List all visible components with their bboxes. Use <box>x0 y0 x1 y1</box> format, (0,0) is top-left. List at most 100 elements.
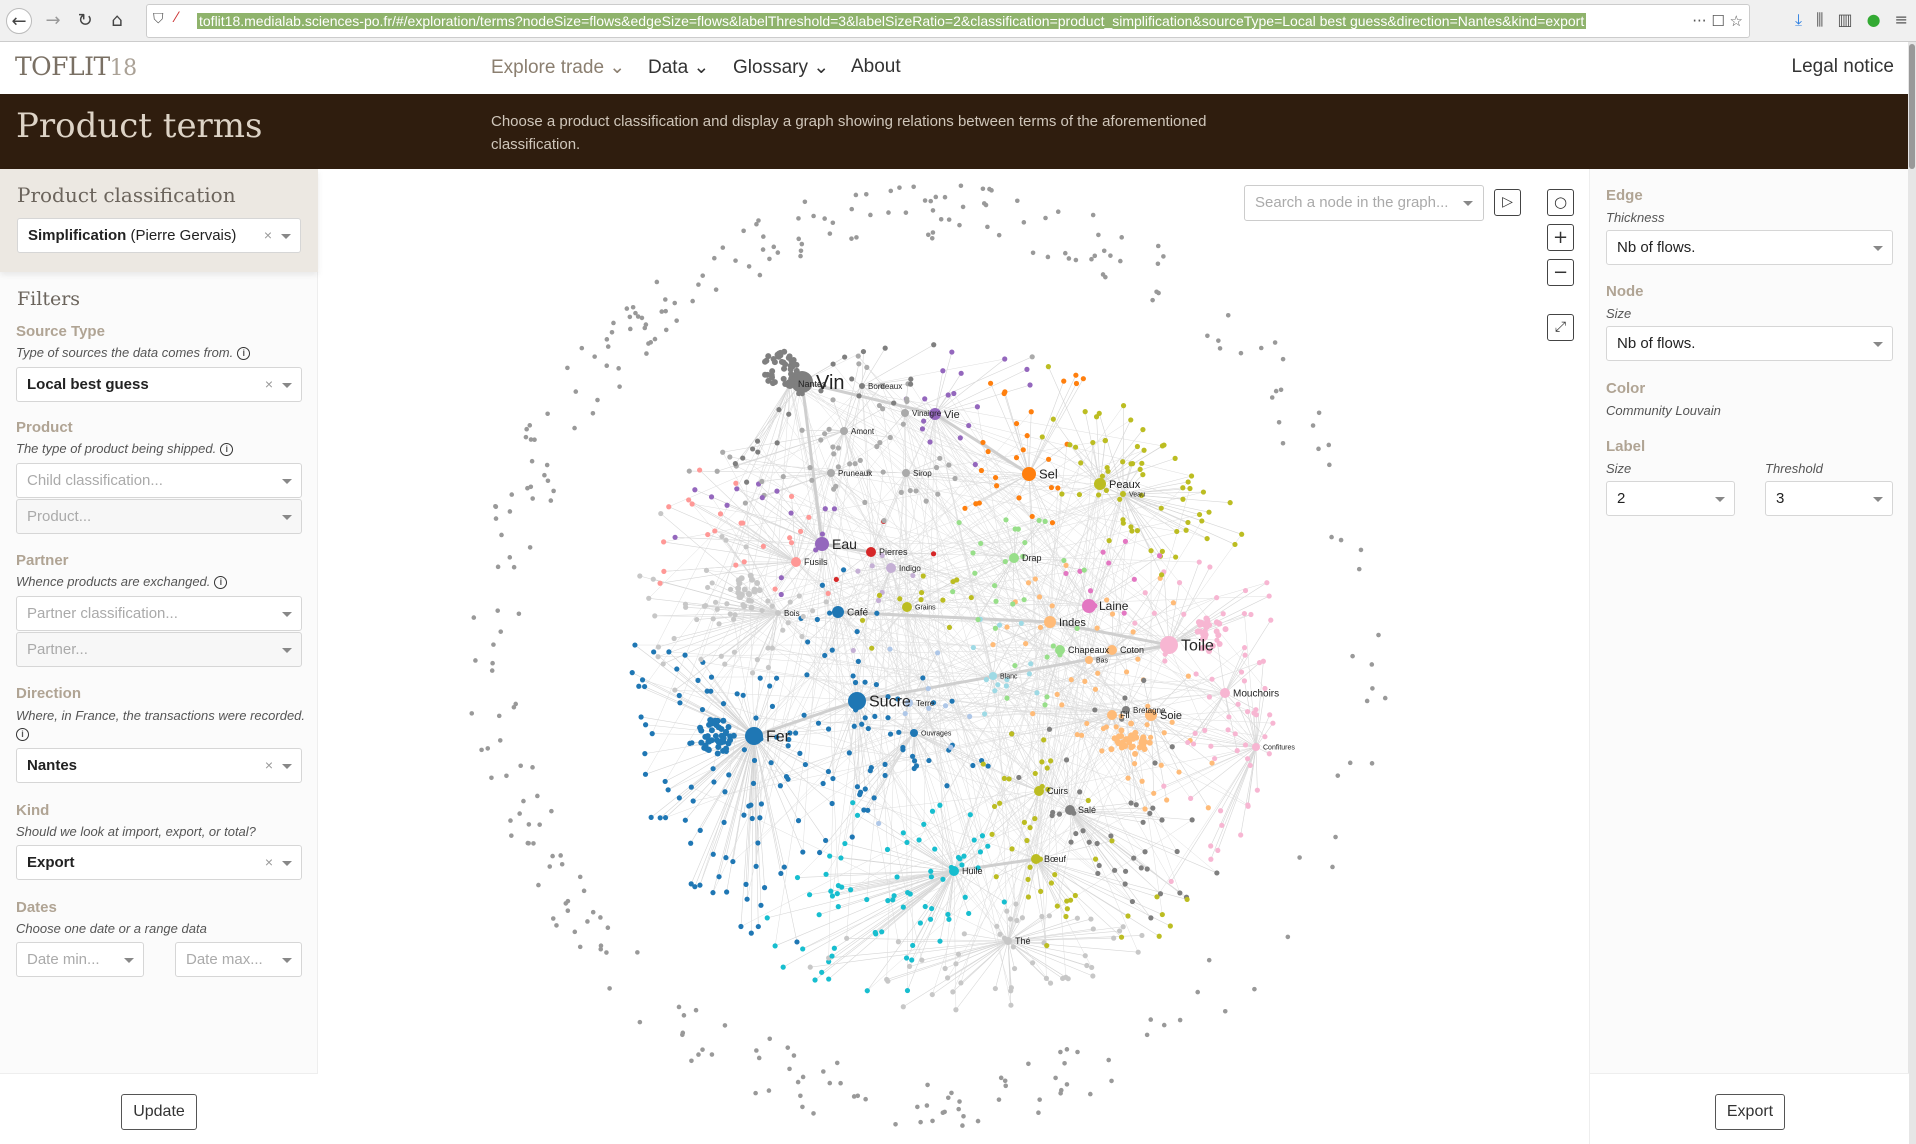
node[interactable] <box>1094 625 1100 631</box>
node[interactable] <box>1193 671 1199 677</box>
isolated-node[interactable] <box>787 1066 792 1072</box>
node[interactable] <box>1181 611 1187 617</box>
isolated-node[interactable] <box>827 1080 833 1086</box>
node[interactable] <box>916 837 922 843</box>
node[interactable] <box>755 840 761 846</box>
isolated-node[interactable] <box>1252 986 1257 992</box>
node[interactable] <box>862 499 868 505</box>
node[interactable] <box>825 726 832 732</box>
page-actions-icon[interactable]: ··· ☐ ☆ <box>1692 12 1743 30</box>
node[interactable] <box>712 599 719 605</box>
node[interactable] <box>652 613 658 619</box>
node[interactable] <box>800 946 806 952</box>
node[interactable] <box>1022 539 1028 546</box>
node[interactable] <box>780 627 786 633</box>
node[interactable] <box>769 368 776 375</box>
node[interactable] <box>1013 455 1020 461</box>
node[interactable] <box>918 597 924 603</box>
node[interactable] <box>1158 762 1164 768</box>
node[interactable] <box>1074 915 1081 921</box>
node[interactable] <box>864 364 870 370</box>
node[interactable] <box>777 783 783 789</box>
isolated-node[interactable] <box>1177 1017 1183 1023</box>
back-icon[interactable]: ← <box>6 8 32 34</box>
isolated-node[interactable] <box>957 222 962 228</box>
node[interactable] <box>926 757 932 764</box>
node[interactable] <box>1113 724 1119 730</box>
node[interactable] <box>974 404 981 410</box>
node[interactable] <box>1150 805 1156 811</box>
isolated-node[interactable] <box>630 304 636 310</box>
isolated-node[interactable] <box>893 1122 898 1127</box>
node[interactable] <box>937 938 943 944</box>
node[interactable] <box>743 881 749 887</box>
isolated-node[interactable] <box>536 882 541 888</box>
node[interactable] <box>922 396 928 402</box>
node[interactable] <box>708 494 715 500</box>
isolated-node[interactable] <box>507 555 513 560</box>
node[interactable] <box>869 645 875 651</box>
node[interactable] <box>989 831 995 837</box>
node[interactable] <box>940 368 946 374</box>
node[interactable] <box>1001 390 1007 397</box>
node[interactable] <box>972 461 978 468</box>
isolated-node[interactable] <box>796 216 801 221</box>
node[interactable] <box>958 980 964 986</box>
isolated-node[interactable] <box>1053 1075 1058 1081</box>
node[interactable] <box>1044 654 1050 660</box>
node[interactable] <box>958 370 964 376</box>
node[interactable] <box>1044 942 1050 949</box>
node[interactable] <box>822 431 828 437</box>
edge[interactable] <box>1193 692 1226 745</box>
isolated-node[interactable] <box>611 320 616 326</box>
node[interactable] <box>1011 965 1018 972</box>
node[interactable] <box>953 961 959 967</box>
address-bar[interactable]: ⛉ ⁄ toflit18.medialab.sciences-po.fr/#/e… <box>146 4 1750 38</box>
node[interactable] <box>869 563 875 569</box>
node[interactable] <box>1235 701 1241 707</box>
node[interactable] <box>720 717 727 724</box>
node[interactable] <box>1027 382 1033 388</box>
isolated-node[interactable] <box>713 287 719 292</box>
node[interactable] <box>734 691 740 697</box>
node[interactable] <box>774 440 780 446</box>
node[interactable] <box>891 893 897 899</box>
node[interactable] <box>632 642 638 648</box>
isolated-node[interactable] <box>529 458 535 464</box>
node[interactable] <box>754 657 760 663</box>
edge[interactable] <box>934 369 1028 415</box>
edge[interactable] <box>1224 619 1272 694</box>
node[interactable] <box>714 606 720 612</box>
edge[interactable] <box>947 940 1009 979</box>
node[interactable] <box>1054 903 1060 909</box>
node[interactable] <box>1019 915 1025 921</box>
node[interactable] <box>754 580 761 587</box>
node[interactable] <box>781 348 788 355</box>
node[interactable] <box>1038 888 1044 894</box>
isolated-node[interactable] <box>627 326 633 332</box>
node[interactable] <box>657 580 663 586</box>
node-sel[interactable] <box>1022 467 1036 481</box>
node[interactable] <box>977 849 984 855</box>
node[interactable] <box>762 358 769 365</box>
isolated-node[interactable] <box>495 564 501 570</box>
node[interactable] <box>658 510 664 517</box>
node[interactable] <box>819 969 825 975</box>
isolated-node[interactable] <box>930 208 936 213</box>
edge[interactable] <box>1028 378 1084 475</box>
node[interactable] <box>1078 460 1084 466</box>
node[interactable] <box>785 620 791 626</box>
isolated-node[interactable] <box>637 1019 643 1025</box>
node[interactable] <box>978 467 985 474</box>
node[interactable] <box>677 700 683 706</box>
node[interactable] <box>706 721 713 728</box>
node[interactable] <box>637 573 643 579</box>
node[interactable] <box>1190 741 1197 747</box>
node[interactable] <box>820 780 826 787</box>
node[interactable] <box>1242 742 1249 748</box>
edge[interactable] <box>843 367 868 432</box>
node[interactable] <box>908 381 914 387</box>
edge[interactable] <box>663 541 797 563</box>
node[interactable] <box>649 731 655 737</box>
node[interactable] <box>929 905 935 912</box>
